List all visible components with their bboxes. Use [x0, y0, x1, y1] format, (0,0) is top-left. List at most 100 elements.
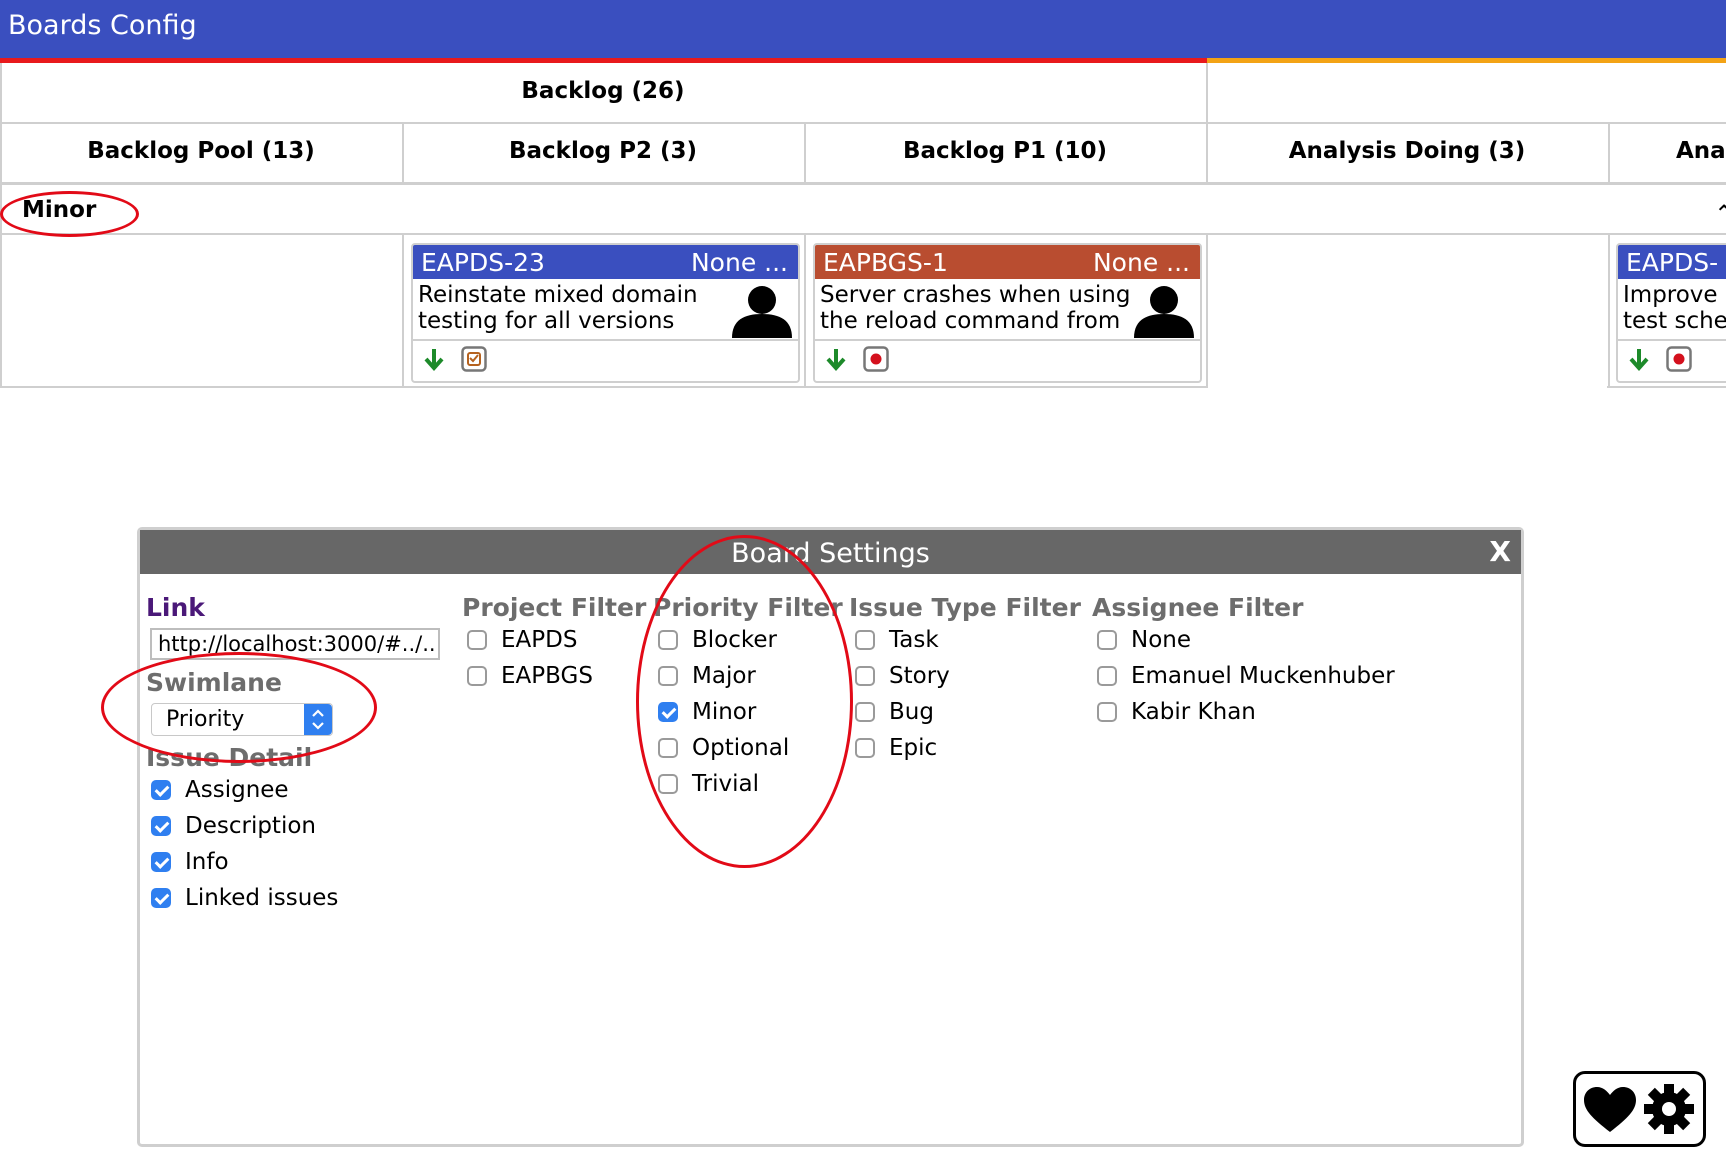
- issue-card[interactable]: EAPBGS-1 None ... Server crashes when us…: [813, 243, 1202, 383]
- issue-type-filter-bug[interactable]: Bug: [855, 697, 934, 727]
- checkbox-label: Bug: [889, 699, 934, 725]
- project-filter-eapds[interactable]: EAPDS: [467, 625, 577, 655]
- swimlane-label[interactable]: Minor: [22, 197, 96, 223]
- link-field[interactable]: http://localhost:3000/#../..: [150, 628, 440, 660]
- backlog-state-bar: [0, 58, 1207, 63]
- checkbox-label: EAPBGS: [501, 663, 593, 689]
- checkbox[interactable]: [658, 702, 678, 722]
- issue-detail-label: Issue Detail: [146, 743, 313, 772]
- checkbox-label: Kabir Khan: [1131, 699, 1256, 725]
- checkbox-label: Description: [185, 813, 316, 839]
- link-label: Link: [146, 593, 205, 622]
- issue-detail-linked-issues[interactable]: Linked issues: [151, 883, 338, 913]
- priority-filter-major[interactable]: Major: [658, 661, 756, 691]
- checkbox-label: Blocker: [692, 627, 777, 653]
- grid-line: [402, 233, 404, 388]
- column-header-analysis-doing[interactable]: Analysis Doing (3): [1206, 138, 1608, 164]
- priority-down-icon: [424, 349, 444, 371]
- dialog-title: Board Settings: [731, 538, 930, 569]
- priority-down-icon: [1629, 349, 1649, 371]
- checkbox-label: None: [1131, 627, 1192, 653]
- grid-line: [1608, 122, 1610, 183]
- checkbox[interactable]: [855, 630, 875, 650]
- dialog-header: Board Settings X: [140, 530, 1521, 574]
- heart-icon[interactable]: [1582, 1086, 1638, 1134]
- card-footer: [1618, 341, 1726, 377]
- priority-filter-minor[interactable]: Minor: [658, 697, 756, 727]
- checkbox[interactable]: [151, 852, 171, 872]
- card-header: EAPBGS-1 None ...: [815, 245, 1200, 279]
- issue-key[interactable]: EAPBGS-1: [823, 248, 948, 277]
- assignee-filter-kabir-khan[interactable]: Kabir Khan: [1097, 697, 1256, 727]
- column-header-backlog-p1[interactable]: Backlog P1 (10): [804, 138, 1206, 164]
- priority-down-icon: [826, 349, 846, 371]
- card-footer: [815, 341, 1200, 377]
- checkbox[interactable]: [658, 738, 678, 758]
- grid-line: [1206, 233, 1208, 388]
- checkbox[interactable]: [1097, 702, 1117, 722]
- summary-line: test sche: [1623, 308, 1726, 334]
- checkbox[interactable]: [855, 738, 875, 758]
- checkbox[interactable]: [658, 666, 678, 686]
- issue-card[interactable]: EAPDS- Improve test sche: [1616, 243, 1726, 383]
- header-backlog[interactable]: Backlog (26): [0, 78, 1206, 104]
- checkbox[interactable]: [855, 666, 875, 686]
- issue-type-filter-story[interactable]: Story: [855, 661, 950, 691]
- priority-filter-label: Priority Filter: [653, 593, 843, 622]
- checkbox[interactable]: [658, 630, 678, 650]
- checkbox[interactable]: [467, 666, 487, 686]
- assignee-filter-none[interactable]: None: [1097, 625, 1191, 655]
- card-header: EAPDS-: [1618, 245, 1726, 279]
- checkbox[interactable]: [1097, 630, 1117, 650]
- priority-filter-blocker[interactable]: Blocker: [658, 625, 777, 655]
- checkbox[interactable]: [151, 780, 171, 800]
- priority-filter-optional[interactable]: Optional: [658, 733, 789, 763]
- card-body: Server crashes when using the reload com…: [815, 279, 1200, 341]
- bug-icon: [1666, 346, 1692, 372]
- grid-line: [0, 386, 1208, 388]
- app-title: Boards Config: [8, 10, 197, 41]
- issue-type-filter-label: Issue Type Filter: [849, 593, 1081, 622]
- project-filter-eapbgs[interactable]: EAPBGS: [467, 661, 593, 691]
- assignee-filter-emanuel-muckenhuber[interactable]: Emanuel Muckenhuber: [1097, 661, 1395, 691]
- checkbox[interactable]: [151, 816, 171, 836]
- issue-detail-assignee[interactable]: Assignee: [151, 775, 289, 805]
- priority-filter-trivial[interactable]: Trivial: [658, 769, 759, 799]
- column-header-backlog-p2[interactable]: Backlog P2 (3): [402, 138, 804, 164]
- checkbox[interactable]: [658, 774, 678, 794]
- issue-card[interactable]: EAPDS-23 None ... Reinstate mixed domain…: [411, 243, 800, 383]
- issue-type-filter-task[interactable]: Task: [855, 625, 939, 655]
- issue-summary: Improve test sche: [1623, 282, 1726, 334]
- grid-line: [0, 233, 1726, 235]
- card-body: Reinstate mixed domain testing for all v…: [413, 279, 798, 341]
- swimlane-select[interactable]: Priority: [151, 703, 333, 736]
- checkbox-label: Assignee: [185, 777, 289, 803]
- checkbox[interactable]: [855, 702, 875, 722]
- issue-key[interactable]: EAPDS-23: [421, 248, 545, 277]
- issue-summary: Reinstate mixed domain testing for all v…: [418, 282, 698, 334]
- summary-line: Reinstate mixed domain: [418, 282, 698, 308]
- summary-line: testing for all versions: [418, 308, 675, 334]
- checkbox[interactable]: [151, 888, 171, 908]
- checkbox[interactable]: [1097, 666, 1117, 686]
- collapse-icon[interactable]: ⌃: [1714, 200, 1726, 228]
- checkbox-label: Task: [889, 627, 939, 653]
- grid-line: [0, 63, 2, 388]
- checkbox[interactable]: [467, 630, 487, 650]
- column-header-analysis[interactable]: Ana: [1676, 138, 1726, 164]
- checkbox-label: Optional: [692, 735, 790, 761]
- issue-key[interactable]: EAPDS-: [1626, 248, 1718, 277]
- checkbox-label: EAPDS: [501, 627, 578, 653]
- issue-summary: Server crashes when using the reload com…: [820, 282, 1131, 334]
- issue-type-filter-epic[interactable]: Epic: [855, 733, 937, 763]
- card-header: EAPDS-23 None ...: [413, 245, 798, 279]
- board-controls: [1573, 1071, 1706, 1147]
- issue-detail-info[interactable]: Info: [151, 847, 229, 877]
- close-button[interactable]: X: [1489, 535, 1511, 568]
- card-body: Improve test sche: [1618, 279, 1726, 341]
- gear-icon[interactable]: [1643, 1083, 1695, 1135]
- issue-detail-description[interactable]: Description: [151, 811, 316, 841]
- column-header-backlog-pool[interactable]: Backlog Pool (13): [0, 138, 402, 164]
- issue-priority: None ...: [1092, 248, 1190, 277]
- checkbox-label: Major: [692, 663, 756, 689]
